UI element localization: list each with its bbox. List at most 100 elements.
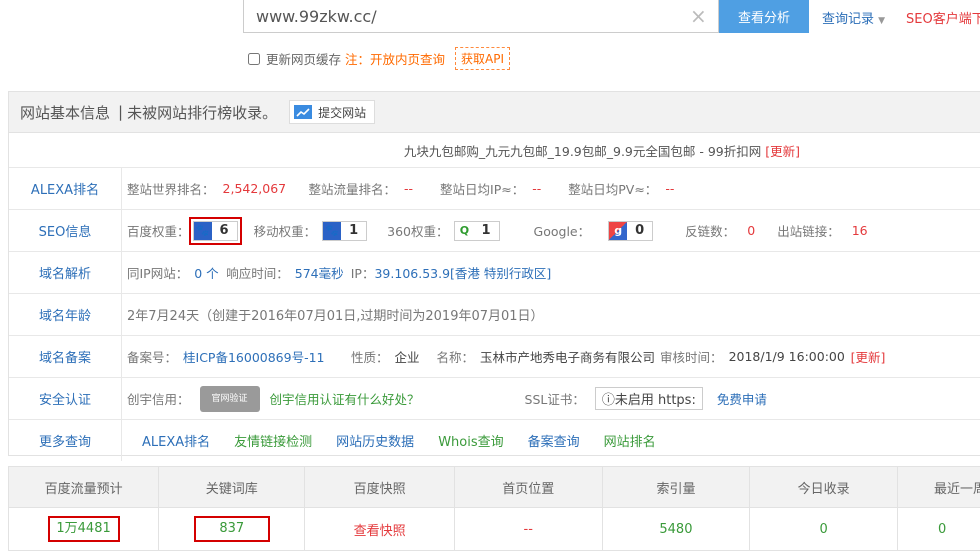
label-more[interactable]: 更多查询 xyxy=(9,420,122,461)
stats-cell-index: 5480 xyxy=(602,507,751,551)
stats-cell-week: 0 xyxy=(897,508,980,551)
icp-update-link[interactable]: [更新] xyxy=(851,347,886,366)
row-security: 安全认证 创宇信用： 官网验证 创宇信用认证有什么好处？ SSL证书： ⓘ未启用… xyxy=(9,378,980,420)
icp-no-value[interactable]: 桂ICP备16000869号-11 xyxy=(183,347,351,366)
label-alexa[interactable]: ALEXA排名 xyxy=(9,168,122,209)
stats-cell-home-position: -- xyxy=(454,507,603,551)
icp-type-value: 企业 xyxy=(394,350,420,365)
stats-cell-baidu-flow: 1万4481 xyxy=(8,507,160,551)
resp-label: 响应时间： xyxy=(226,266,289,281)
more-link-rank[interactable]: 网站排名 xyxy=(604,431,656,450)
index-value[interactable]: 5480 xyxy=(659,522,692,537)
q360-weight-badge[interactable]: Q1 xyxy=(454,220,500,241)
more-link-alexa[interactable]: ALEXA排名 xyxy=(142,431,210,450)
chart-icon xyxy=(294,105,313,119)
stats-header: 索引量 xyxy=(602,466,751,508)
panel-title: 网站基本信息 xyxy=(20,103,111,122)
baidu-paw-icon: 🐾 xyxy=(193,221,212,240)
cache-note: 注：开放内页查询 xyxy=(345,52,446,67)
cache-label: 更新网页缓存 xyxy=(266,52,342,67)
baidu-weight-value: 6 xyxy=(219,223,229,238)
credit-label: 创宇信用： xyxy=(127,392,190,407)
title-separator: | xyxy=(118,103,124,121)
home-position-value: -- xyxy=(523,521,533,537)
label-domain[interactable]: 域名解析 xyxy=(9,252,122,293)
backlink-label: 反链数： xyxy=(685,224,736,239)
baidu-flow-value: 1万4481 xyxy=(47,516,120,542)
panel-header: 网站基本信息 | 未被网站排行榜收录。 提交网站 xyxy=(9,92,980,133)
resp-value: 574毫秒 xyxy=(294,266,344,281)
alexa-ip-label: 整站日均IP≈： xyxy=(440,182,525,197)
more-link-friendlink[interactable]: 友情链接检测 xyxy=(234,431,312,450)
ip-value[interactable]: 39.106.53.9[香港 特别行政区] xyxy=(374,263,551,282)
sameip-value[interactable]: 0 个 xyxy=(194,263,226,282)
q360-weight-value: 1 xyxy=(481,223,491,238)
alexa-world-label: 整站世界排名： xyxy=(127,182,215,197)
clear-icon[interactable]: × xyxy=(690,4,707,28)
api-button[interactable]: 获取API xyxy=(455,47,511,70)
mobile-weight-label: 移动权重： xyxy=(253,224,317,239)
label-seo[interactable]: SEO信息 xyxy=(9,210,122,251)
snapshot-link[interactable]: 查看快照 xyxy=(354,524,406,539)
icp-time-value: 2018/1/9 16:00:00 xyxy=(728,349,845,364)
stats-header-row: 百度流量预计 关键词库 百度快照 首页位置 索引量 今日收录 最近一周 xyxy=(8,466,980,508)
icp-name-value: 玉林市产地秀电子商务有限公司 xyxy=(480,350,656,365)
sameip-label: 同IP网站： xyxy=(127,266,189,281)
google-value: 0 xyxy=(635,223,645,238)
mobile-paw-icon: 🐾 xyxy=(323,221,342,240)
backlink-value: 0 xyxy=(747,223,756,238)
cache-checkbox[interactable] xyxy=(248,52,260,65)
panel-subtitle: 未被网站排行榜收录。 xyxy=(127,103,278,122)
mobile-weight-value: 1 xyxy=(349,223,359,238)
search-input[interactable] xyxy=(243,0,719,33)
baidu-weight-badge[interactable]: 🐾 6 xyxy=(188,216,242,245)
age-value: 2年7月24天（创建于2016年07月01日,过期时间为2019年07月01日） xyxy=(127,309,544,324)
title-update-link[interactable]: [更新] xyxy=(765,141,800,160)
analyze-button[interactable]: 查看分析 xyxy=(719,0,809,33)
icp-no-label: 备案号： xyxy=(127,350,178,365)
stats-cell-keywords: 837 xyxy=(158,507,306,551)
alexa-world-value: 2,542,067 xyxy=(222,181,287,196)
site-info-panel: 网站基本信息 | 未被网站排行榜收录。 提交网站 九块九包邮购_九元九包邮_19… xyxy=(8,91,980,461)
history-label: 查询记录 xyxy=(822,12,875,27)
stats-header: 百度快照 xyxy=(304,466,455,508)
row-age: 域名年龄 2年7月24天（创建于2016年07月01日,过期时间为2019年07… xyxy=(9,294,980,336)
row-icp: 域名备案 备案号： 桂ICP备16000869号-11 性质： 企业 名称： 玉… xyxy=(9,336,980,378)
stats-cell-snapshot: 查看快照 xyxy=(304,507,455,551)
google-label: Google： xyxy=(533,224,591,239)
submit-site-button[interactable]: 提交网站 xyxy=(289,100,376,124)
credit-link[interactable]: 创宇信用认证有什么好处？ xyxy=(270,389,525,408)
q360-icon: Q xyxy=(459,224,470,237)
baidu-weight-label: 百度权重： xyxy=(127,224,190,239)
ip-label: IP： xyxy=(350,266,375,281)
row-domain: 域名解析 同IP网站： 0 个 响应时间： 574毫秒 IP： 39.106.5… xyxy=(9,252,980,294)
google-badge[interactable]: g0 xyxy=(608,220,654,241)
stats-header: 最近一周 xyxy=(897,466,980,508)
more-link-history[interactable]: 网站历史数据 xyxy=(336,431,414,450)
alexa-flow-value: -- xyxy=(404,181,414,196)
row-seo: SEO信息 百度权重： 🐾 6 移动权重： 🐾 1 360权重： Q1 Google… xyxy=(9,210,980,252)
credit-seal-icon[interactable]: 官网验证 xyxy=(199,385,260,412)
seo-client-link[interactable]: SEO客户端下 xyxy=(906,8,980,27)
more-link-whois[interactable]: Whois查询 xyxy=(438,431,503,450)
label-security[interactable]: 安全认证 xyxy=(9,378,122,419)
keywords-value[interactable]: 837 xyxy=(193,516,270,542)
more-link-icp[interactable]: 备案查询 xyxy=(528,431,580,450)
alexa-ip-value: -- xyxy=(532,181,542,196)
label-icp[interactable]: 域名备案 xyxy=(9,336,122,377)
free-ssl-link[interactable]: 免费申请 xyxy=(717,389,767,408)
stats-header: 首页位置 xyxy=(454,466,603,508)
q360-weight-label: 360权重： xyxy=(387,224,449,239)
site-title: 九块九包邮购_九元九包邮_19.9包邮_9.9元全国包邮 - 99折扣网 xyxy=(403,143,762,159)
cache-row: 更新网页缓存 注：开放内页查询 获取API xyxy=(248,47,511,70)
alexa-pv-value: -- xyxy=(665,181,675,196)
history-dropdown[interactable]: 查询记录 ▼ xyxy=(822,8,885,27)
week-value[interactable]: 0 xyxy=(938,522,946,537)
label-age[interactable]: 域名年龄 xyxy=(9,294,122,335)
icp-name-label: 名称： xyxy=(436,350,475,365)
outlink-label: 出站链接： xyxy=(777,224,840,239)
https-badge: ⓘ未启用 https: xyxy=(594,387,703,410)
alexa-flow-label: 整站流量排名： xyxy=(308,182,397,197)
today-value[interactable]: 0 xyxy=(820,522,828,537)
mobile-weight-badge[interactable]: 🐾 1 xyxy=(322,220,368,241)
